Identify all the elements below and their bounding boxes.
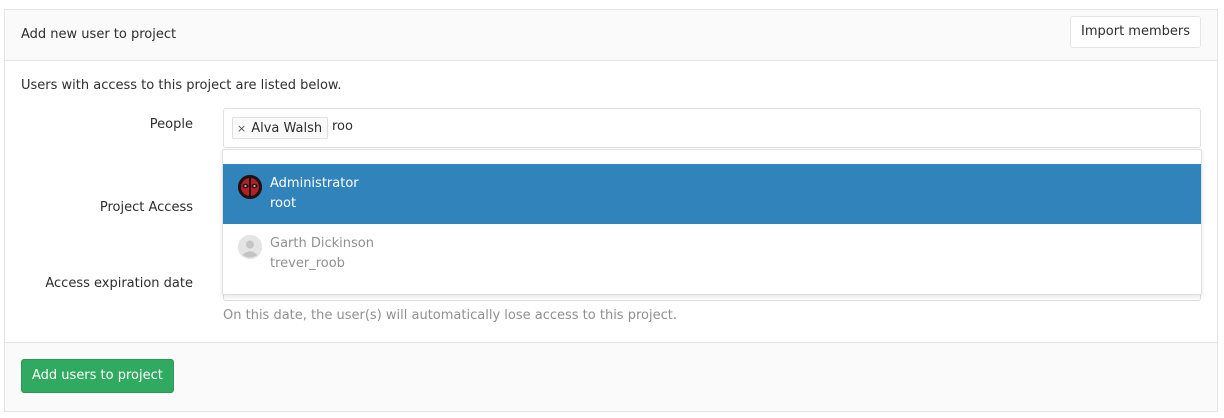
- user-autocomplete-dropdown: Administrator root Garth Dickinson treve…: [222, 149, 1202, 295]
- option-name: Administrator: [270, 176, 359, 191]
- add-users-button[interactable]: Add users to project: [21, 359, 174, 393]
- option-name: Garth Dickinson: [270, 236, 374, 251]
- expiration-help-text: On this date, the user(s) will automatic…: [223, 308, 677, 323]
- option-username: trever_roob: [270, 256, 345, 271]
- panel-heading: Add new user to project Import members: [5, 10, 1217, 61]
- panel-footer: Add users to project: [5, 342, 1217, 411]
- people-select-input[interactable]: × Alva Walsh roo: [223, 108, 1201, 148]
- token-label: Alva Walsh: [251, 120, 323, 136]
- search-query-text[interactable]: roo: [332, 119, 353, 134]
- selected-user-token: × Alva Walsh: [232, 117, 329, 139]
- panel-title: Add new user to project: [21, 27, 177, 42]
- project-access-label: Project Access: [99, 200, 193, 215]
- expiration-date-label: Access expiration date: [45, 276, 193, 291]
- default-user-avatar-icon: [238, 235, 262, 259]
- intro-text: Users with access to this project are li…: [21, 78, 342, 93]
- deadpool-avatar-icon: [238, 175, 262, 199]
- dropdown-option-garth-dickinson[interactable]: Garth Dickinson trever_roob: [223, 224, 1201, 284]
- dropdown-option-administrator[interactable]: Administrator root: [223, 164, 1201, 224]
- people-label: People: [149, 117, 193, 132]
- import-members-button[interactable]: Import members: [1070, 16, 1201, 48]
- option-username: root: [270, 196, 297, 211]
- remove-token-icon[interactable]: ×: [237, 122, 246, 135]
